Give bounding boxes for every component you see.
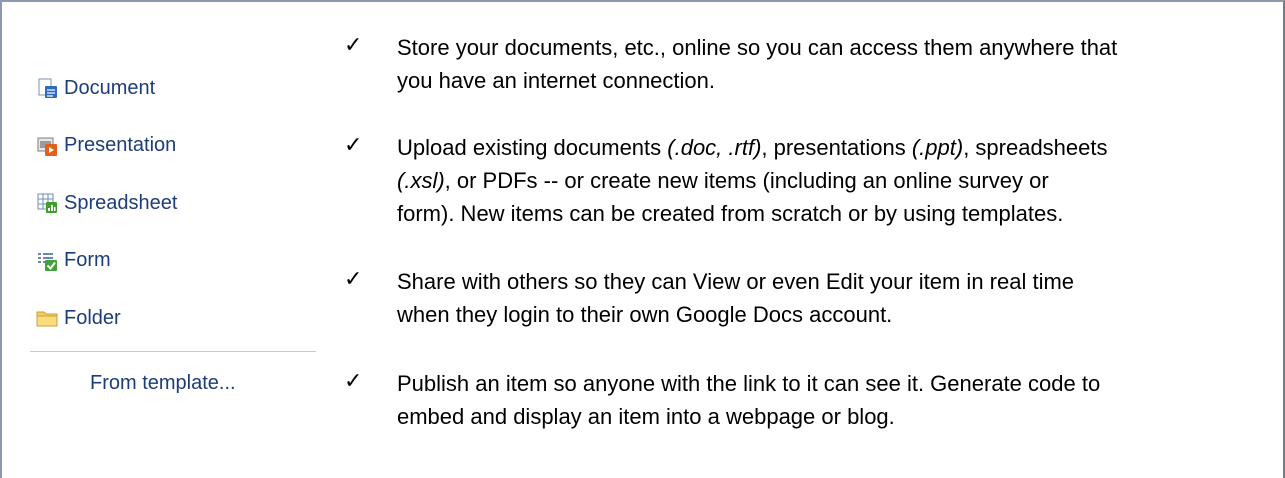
bullet-text-run: , or PDFs -- or create new items (includ… [444,168,1049,193]
bullet-line: when they login to their own Google Docs… [397,302,893,327]
folder-icon [36,311,58,327]
menu-item-form[interactable]: Form [36,247,316,275]
menu-item-document[interactable]: Document [36,74,316,102]
bullet-line: Share with others so they can View or ev… [397,269,1075,294]
from-template-link[interactable]: From template... [90,372,236,395]
bullet-line: Store your documents, etc., online so yo… [397,35,1118,60]
bullet-text-run: (.xsl) [397,168,445,193]
checkmark-icon: ✓ [344,369,363,394]
menu-item-presentation[interactable]: Presentation [36,132,316,160]
bullet-line: embed and display an item into a webpage… [397,404,895,429]
document-icon [38,78,57,98]
checkmark-icon: ✓ [344,267,363,292]
bullet-text-run: , presentations [761,135,912,160]
spreadsheet-icon [37,193,57,213]
bullet-line: Publish an item so anyone with the link … [397,371,1101,396]
bullet-line: (.xsl), or PDFs -- or create new items (… [397,164,1263,197]
menu-item-folder[interactable]: Folder [36,304,316,332]
bullet-line: Upload existing documents (.doc, .rtf), … [397,131,1263,164]
form-icon [38,252,57,271]
bullet-text: Store your documents, etc., online so yo… [397,31,1263,97]
bullet-text: Upload existing documents (.doc, .rtf), … [397,131,1263,230]
bullet-text-run: (.ppt) [911,135,964,160]
presentation-icon [37,137,57,156]
bullet-line: form). New items can be created from scr… [397,201,1064,226]
menu-item-label: Presentation [64,134,177,156]
menu-item-spreadsheet[interactable]: Spreadsheet [36,189,316,217]
checkmark-icon: ✓ [344,33,363,58]
bullet-text: Publish an item so anyone with the link … [397,367,1263,433]
menu-item-label: Document [64,76,156,99]
menu-item-label: Spreadsheet [64,191,178,214]
bullet-text-run: Upload existing documents [397,135,668,160]
bullet-text-run: (.doc, .rtf) [667,135,762,160]
menu-divider [30,351,316,352]
bullet-text: Share with others so they can View or ev… [397,265,1263,331]
bullet-text-run: , spreadsheets [963,135,1108,160]
menu-item-label: Folder [64,306,121,329]
checkmark-icon: ✓ [344,133,363,158]
bullet-line: you have an internet connection. [397,68,716,93]
menu-item-label: Form [64,249,111,271]
create-new-menu: Document Presentation Spreadsheet Form F… [36,74,316,362]
